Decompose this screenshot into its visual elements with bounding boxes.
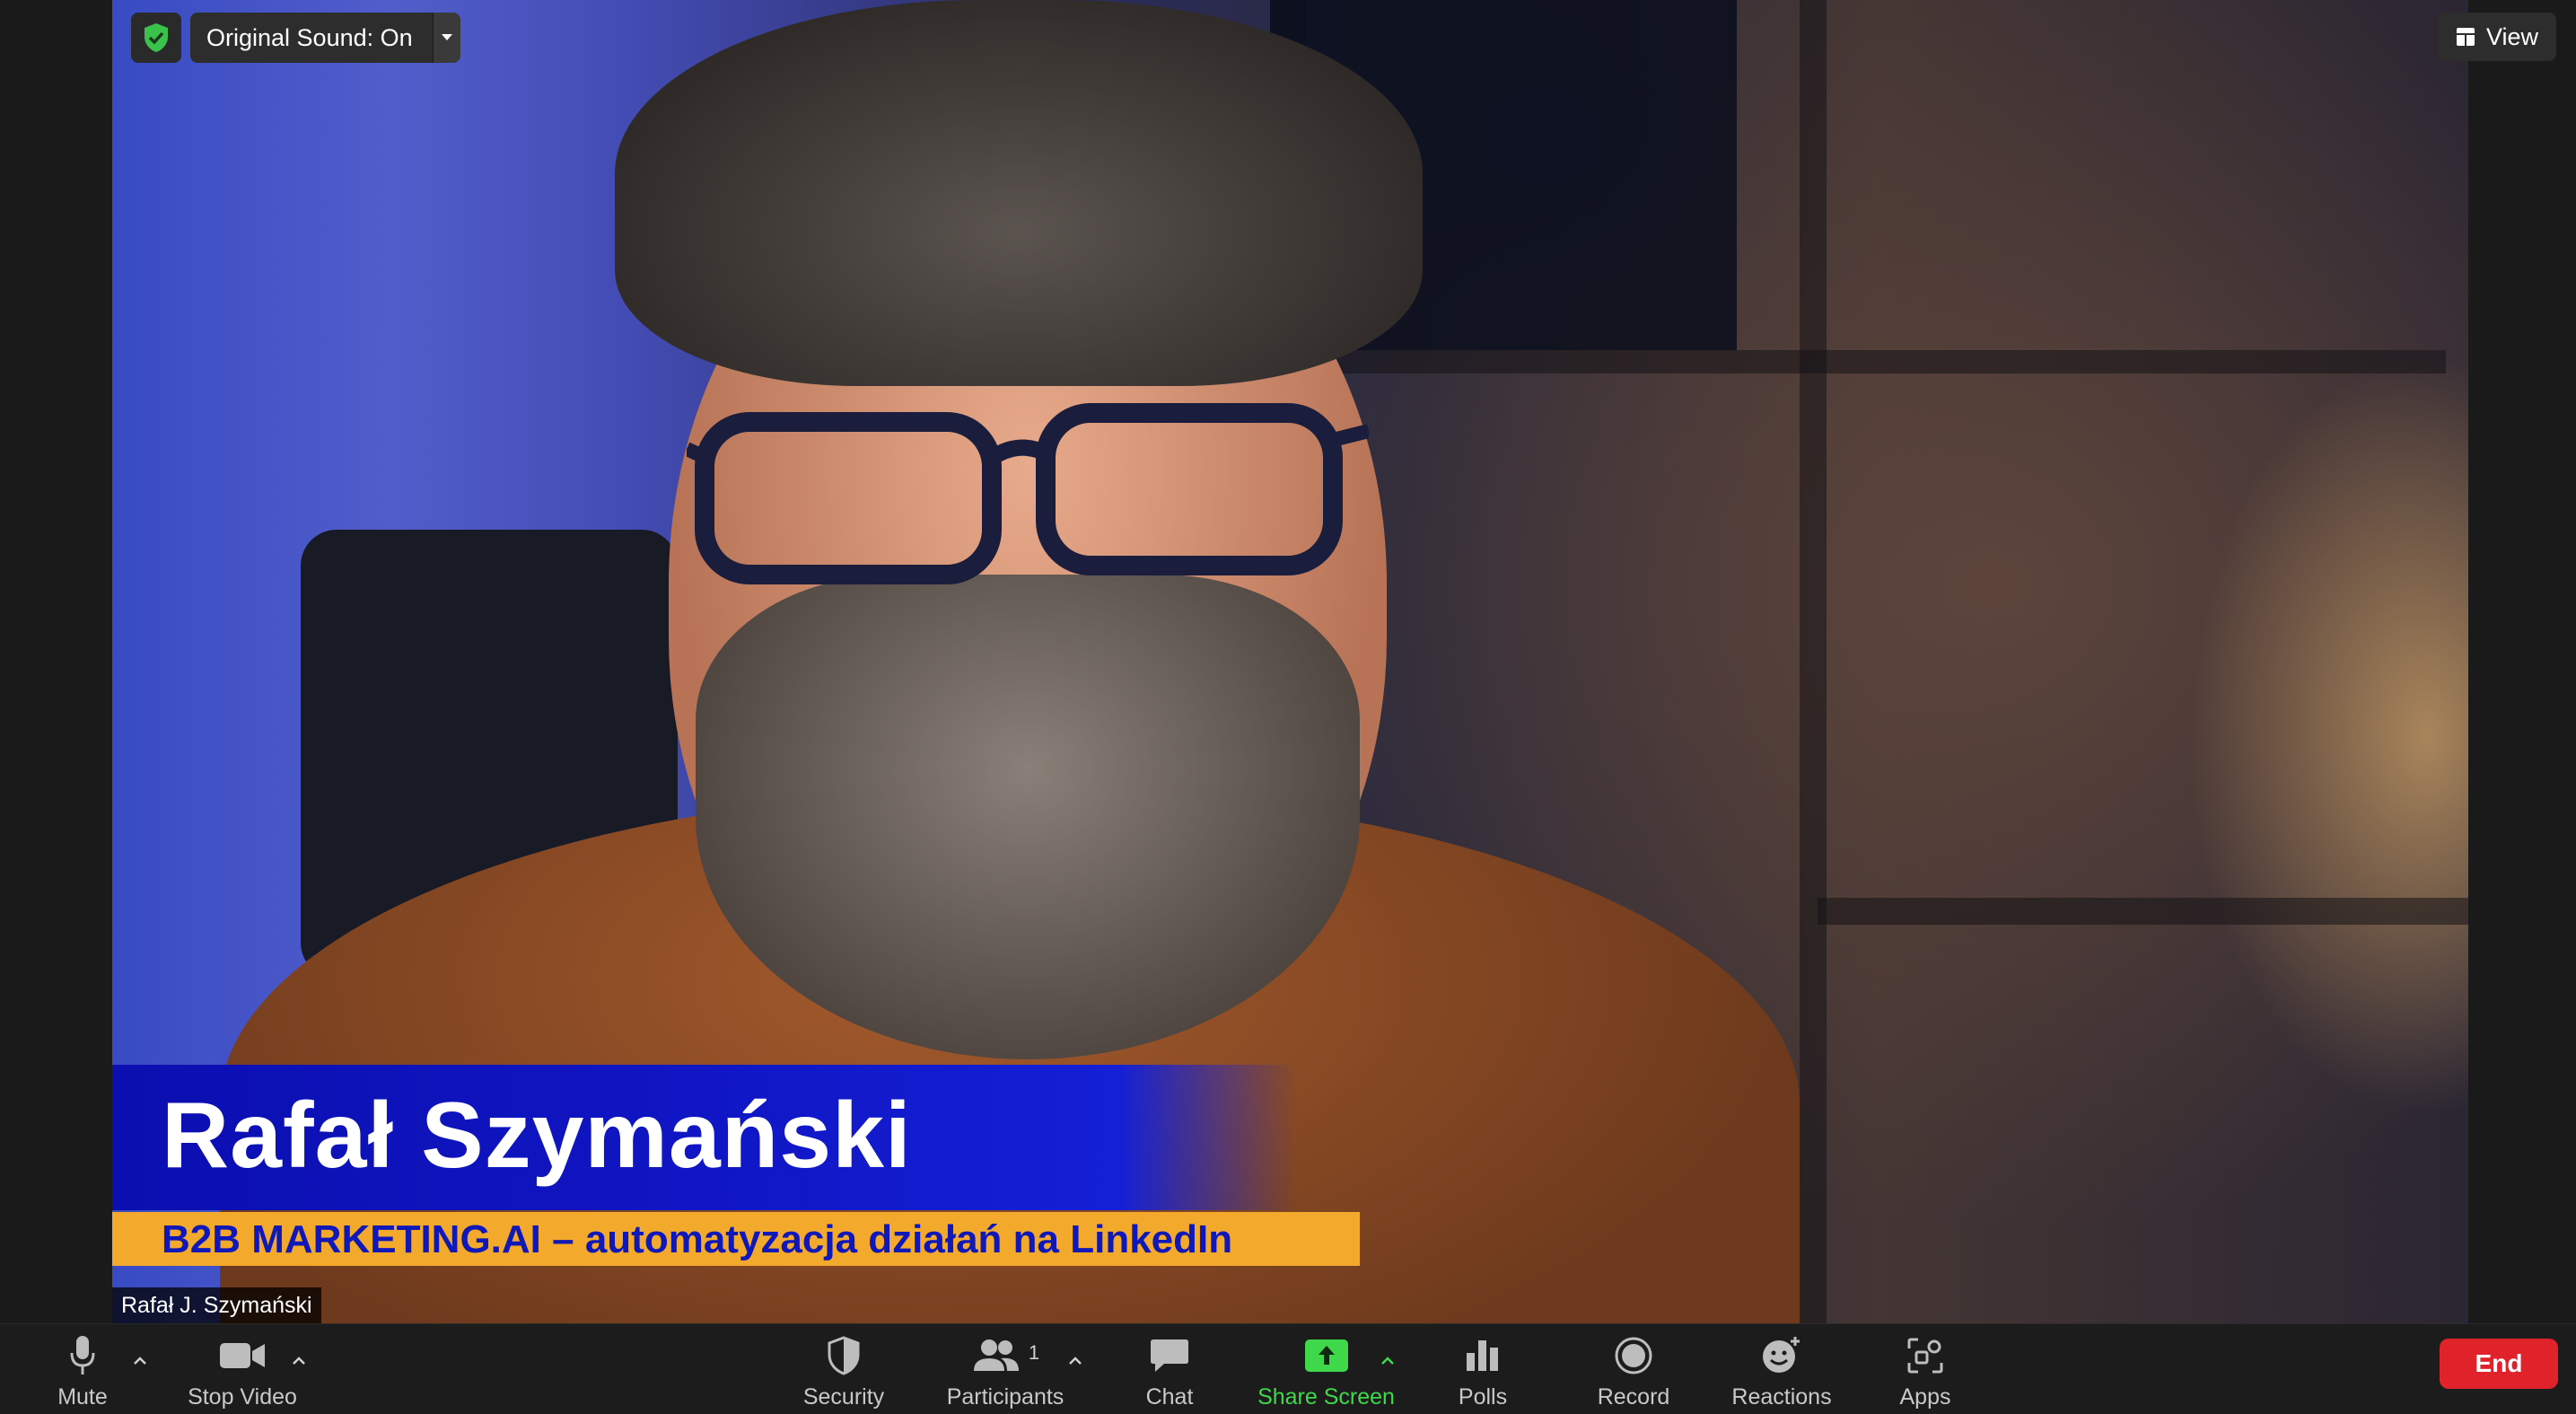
- original-sound-control[interactable]: Original Sound: On: [190, 13, 460, 63]
- stop-video-label: Stop Video: [188, 1384, 297, 1410]
- meeting-toolbar: Mute Stop Video Security 1 Participants …: [0, 1323, 2576, 1414]
- chevron-down-icon: [441, 34, 452, 40]
- background-shelf: [1800, 0, 1827, 1323]
- security-label: Security: [802, 1384, 885, 1410]
- share-screen-label: Share Screen: [1257, 1384, 1395, 1410]
- caret-up-icon: [1069, 1357, 1082, 1365]
- lower-third-name-bar: Rafał Szymański: [112, 1065, 1297, 1210]
- background-shelf: [1818, 898, 2468, 925]
- caret-up-icon: [134, 1357, 146, 1365]
- security-button[interactable]: Security: [785, 1324, 902, 1414]
- audio-options-caret[interactable]: [129, 1349, 151, 1371]
- lower-third-name: Rafał Szymański: [162, 1084, 912, 1188]
- apps-icon: [1907, 1338, 1943, 1374]
- participant-video[interactable]: Rafał Szymański B2B MARKETING.AI – autom…: [112, 0, 2468, 1323]
- record-label: Record: [1597, 1384, 1670, 1410]
- participants-count: 1: [1028, 1341, 1040, 1364]
- chat-bubble-icon: [1151, 1339, 1188, 1372]
- participants-button[interactable]: 1 Participants: [933, 1324, 1077, 1414]
- security-status-button[interactable]: [131, 13, 181, 63]
- polls-label: Polls: [1458, 1384, 1508, 1410]
- reactions-smiley-icon: [1763, 1337, 1800, 1373]
- record-button[interactable]: Record: [1584, 1324, 1683, 1414]
- end-meeting-button[interactable]: End: [2440, 1339, 2558, 1389]
- lower-third-subtitle: B2B MARKETING.AI – automatyzacja działań…: [162, 1217, 1233, 1261]
- participants-icon: [973, 1339, 1019, 1371]
- chat-label: Chat: [1145, 1384, 1194, 1410]
- view-label: View: [2485, 22, 2538, 50]
- security-shield-icon: [828, 1336, 860, 1375]
- view-grid-icon: [2456, 28, 2475, 46]
- participants-label: Participants: [946, 1384, 1065, 1410]
- reactions-label: Reactions: [1731, 1384, 1832, 1410]
- share-screen-options-caret[interactable]: [1377, 1349, 1398, 1371]
- original-sound-label[interactable]: Original Sound: On: [190, 13, 433, 63]
- chat-button[interactable]: Chat: [1125, 1324, 1214, 1414]
- polls-bars-icon: [1467, 1340, 1498, 1371]
- shield-check-icon: [145, 23, 168, 52]
- participants-options-caret[interactable]: [1065, 1349, 1086, 1371]
- video-options-caret[interactable]: [288, 1349, 310, 1371]
- view-button[interactable]: View: [2437, 13, 2556, 61]
- meeting-stage: Rafał Szymański B2B MARKETING.AI – autom…: [0, 0, 2576, 1323]
- apps-label: Apps: [1899, 1384, 1951, 1410]
- caret-up-icon: [293, 1357, 305, 1365]
- person-hair: [615, 0, 1423, 386]
- apps-button[interactable]: Apps: [1880, 1324, 1970, 1414]
- lower-third-subtitle-bar: B2B MARKETING.AI – automatyzacja działań…: [112, 1212, 1360, 1266]
- background-shelf: [1279, 350, 2446, 373]
- video-camera-icon: [220, 1343, 265, 1368]
- share-screen-arrow-icon: [1304, 1339, 1348, 1372]
- mute-button[interactable]: Mute: [38, 1324, 127, 1414]
- participant-name-tag: Rafał J. Szymański: [112, 1287, 321, 1323]
- polls-button[interactable]: Polls: [1438, 1324, 1528, 1414]
- mute-label: Mute: [57, 1384, 108, 1410]
- reactions-button[interactable]: Reactions: [1723, 1324, 1840, 1414]
- person-beard: [696, 575, 1360, 1059]
- original-sound-dropdown[interactable]: [432, 13, 460, 63]
- record-circle-icon: [1615, 1337, 1652, 1374]
- caret-up-icon: [1381, 1357, 1394, 1365]
- microphone-icon: [70, 1336, 95, 1374]
- glasses: [687, 403, 1369, 584]
